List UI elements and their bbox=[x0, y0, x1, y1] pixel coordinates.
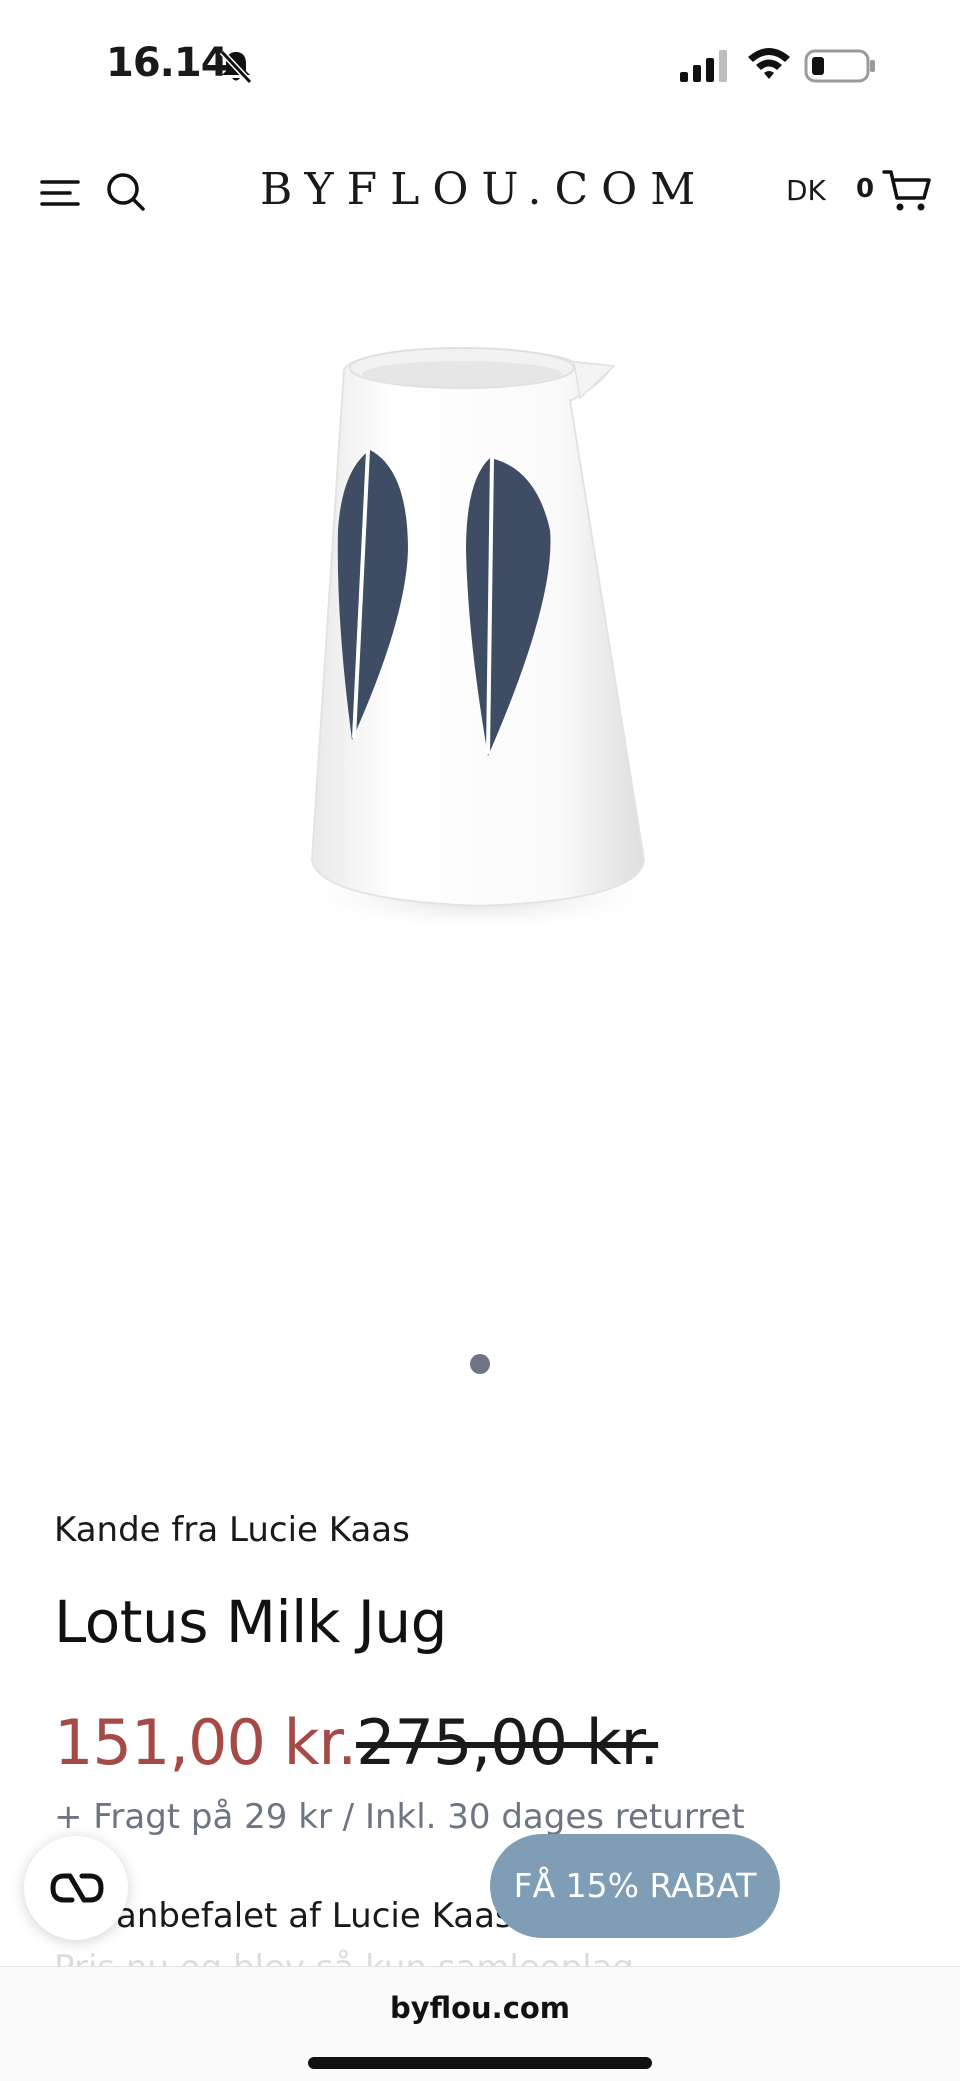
language-selector[interactable]: DK bbox=[786, 174, 826, 207]
status-bar: 16.14 bbox=[0, 0, 960, 130]
sale-price: 151,00 kr. bbox=[54, 1706, 357, 1779]
brand-logo[interactable]: BYFLOU.COM bbox=[260, 164, 700, 215]
status-time: 16.14 bbox=[106, 40, 229, 86]
shopping-cart-icon bbox=[882, 170, 931, 211]
carousel-dot-active[interactable] bbox=[470, 1354, 490, 1374]
cart-count-badge: 0 bbox=[856, 174, 875, 204]
product-info: Kande fra Lucie Kaas Lotus Milk Jug 151,… bbox=[54, 1510, 914, 1837]
product-image[interactable] bbox=[240, 300, 720, 1060]
bell-muted-icon bbox=[219, 49, 253, 85]
url-label[interactable]: byflou.com bbox=[0, 1991, 960, 2025]
cart-button[interactable]: 0 bbox=[856, 168, 936, 216]
chat-widget-button[interactable] bbox=[24, 1836, 128, 1940]
home-indicator[interactable] bbox=[308, 2057, 652, 2069]
chat-link-icon bbox=[50, 1873, 104, 1903]
shipping-info: + Fragt på 29 kr / Inkl. 30 dages returr… bbox=[54, 1797, 745, 1837]
site-header: BYFLOU.COM DK 0 bbox=[0, 150, 960, 240]
hamburger-menu-icon[interactable] bbox=[40, 175, 80, 211]
product-subtitle: Kande fra Lucie Kaas bbox=[54, 1510, 410, 1550]
wifi-icon bbox=[748, 48, 790, 79]
original-price: 275,00 kr. bbox=[356, 1706, 659, 1779]
battery-icon bbox=[804, 49, 875, 83]
browser-address-bar[interactable]: byflou.com bbox=[0, 1966, 960, 2081]
discount-button[interactable]: FÅ 15% RABAT bbox=[490, 1834, 780, 1938]
cellular-signal-icon bbox=[680, 50, 727, 82]
description-line: anbefalet af Lucie Kaas bbox=[116, 1896, 513, 1936]
price-row: 151,00 kr.275,00 kr. bbox=[54, 1706, 914, 1779]
product-title: Lotus Milk Jug bbox=[54, 1588, 447, 1656]
search-icon[interactable] bbox=[104, 170, 146, 212]
